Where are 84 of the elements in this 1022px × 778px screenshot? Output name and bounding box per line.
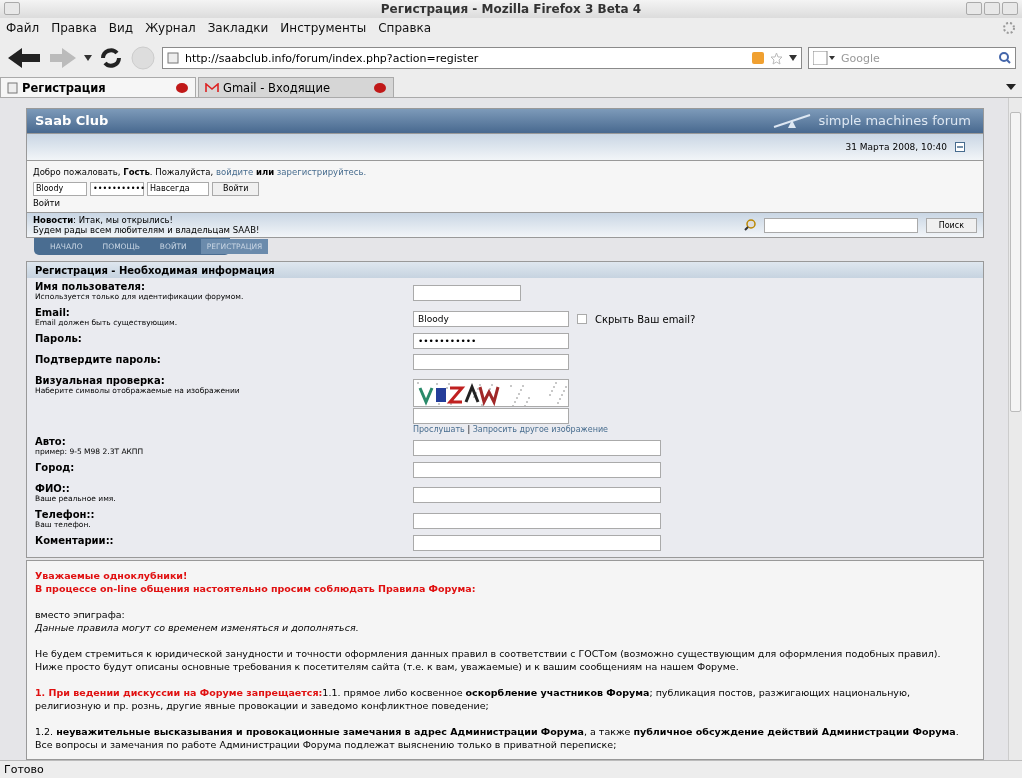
google-icon xyxy=(813,51,835,65)
address-field[interactable]: http://saabclub.info/forum/index.php?action=register xyxy=(162,47,802,69)
menu-item[interactable]: Вид xyxy=(108,21,134,35)
reload-icon[interactable] xyxy=(98,45,124,71)
login-button[interactable]: Войти xyxy=(212,181,260,196)
news-text: Будем рады всем любителям и владельцам SAAB! xyxy=(33,225,260,236)
password-field[interactable]: ••••••••••• xyxy=(90,181,144,196)
login-link[interactable]: войдите xyxy=(215,166,254,177)
password-field[interactable]: ••••••••••• xyxy=(413,333,569,349)
captcha-field[interactable] xyxy=(413,408,569,424)
field-label: Email: xyxy=(35,307,71,318)
duration-select[interactable]: Навсегда xyxy=(147,181,209,196)
input-field[interactable] xyxy=(413,535,661,551)
rss-icon xyxy=(752,52,764,64)
menu-item[interactable]: Справка xyxy=(378,21,432,35)
rules-text: 1.2. неуважительные высказывания и провокационные замечания в адрес Администрации Форума, а также публичное обсуждение действий Администрации Форума. Все вопросы и замечания по работе Администрации Форума подлежат выяснению только в приватной переписке; xyxy=(35,725,960,751)
news-text: Новости: Итак, мы открылись! xyxy=(33,215,174,226)
date-text: 31 Марта 2008, 10:40 xyxy=(845,141,947,152)
field-label: ФИО:: xyxy=(35,483,71,494)
tab-list-icon[interactable] xyxy=(1006,84,1016,90)
rules-heading: В процессе on-line общения настоятельно просим соблюдать Правила Форума: xyxy=(35,582,477,595)
menu-item[interactable]: Файл xyxy=(6,21,40,35)
forward-icon[interactable] xyxy=(48,45,78,71)
search-button[interactable]: Поиск xyxy=(925,217,977,233)
menu-item[interactable]: Журнал xyxy=(145,21,196,35)
field-label: Визуальная проверка: xyxy=(35,375,165,386)
activity-icon xyxy=(1002,21,1016,35)
checkbox-label: Скрыть Ваш email? xyxy=(595,313,696,325)
star-icon[interactable] xyxy=(770,51,783,65)
rules-text: вместо эпиграфа: xyxy=(35,608,126,621)
field-label: Коментарии:: xyxy=(35,535,115,546)
scrollbar[interactable] xyxy=(1008,98,1022,760)
menu-item[interactable]: Правка xyxy=(51,21,97,35)
input-field[interactable] xyxy=(413,440,661,456)
input-field[interactable]: Bloody xyxy=(413,311,569,327)
close-tab-icon[interactable] xyxy=(373,81,387,94)
listen-link[interactable]: Прослушать xyxy=(413,425,465,434)
search-field[interactable] xyxy=(763,217,918,233)
back-icon[interactable] xyxy=(6,45,42,71)
browser-tab[interactable]: Регистрация xyxy=(0,77,196,97)
username-field[interactable]: Bloody xyxy=(33,181,87,196)
dropdown-icon[interactable] xyxy=(84,55,92,61)
search-icon[interactable] xyxy=(999,52,1011,64)
field-label: Город: xyxy=(35,462,76,473)
rules-text: 1. При ведении дискуссии на Форуме запрещается:1.1. прямое либо косвенное оскорбление участников Форума; публикация постов, разжигающих национальную, религиозную и пр. рознь, другие явные провокации и заведомо конфликтное поведение; xyxy=(35,686,911,712)
field-label: Подтвердите пароль: xyxy=(35,354,162,365)
checkbox[interactable] xyxy=(577,314,587,324)
window-title: Регистрация - Mozilla Firefox 3 Beta 4 xyxy=(380,2,642,16)
section-title: Регистрация - Необходимая информация xyxy=(27,262,983,278)
stop-icon[interactable] xyxy=(130,45,156,71)
browser-tab[interactable]: Gmail - Входящие xyxy=(198,77,394,97)
input-field[interactable] xyxy=(413,285,521,301)
separator: | xyxy=(467,425,471,434)
rules-text: Ниже просто будут описаны основные требования к посетителям сайта (т.е. к вам, уважаемые) и к вашим сообщениям на нашем Форуме. xyxy=(35,660,740,673)
input-field[interactable] xyxy=(413,487,661,503)
field-label: Авто: xyxy=(35,436,67,447)
menu-item[interactable]: Инструменты xyxy=(280,21,367,35)
field-label: Пароль: xyxy=(35,333,83,344)
field-label: Телефон:: xyxy=(35,509,96,520)
collapse-icon[interactable] xyxy=(955,141,965,152)
new-image-link[interactable]: Запросить другое изображение xyxy=(472,425,609,434)
field-label: Имя пользователя: xyxy=(35,281,146,292)
scrollbar-thumb[interactable] xyxy=(1010,112,1021,412)
logo-text: simple machines forum xyxy=(818,113,971,129)
dropdown-icon[interactable] xyxy=(789,55,797,61)
page-icon xyxy=(7,81,18,94)
menu-item[interactable]: Закладки xyxy=(207,21,269,35)
rules-text: Не будем стремиться к юридической занудности и точности оформления данных правил в соответствии с ГОСТом (возможно существующим для оформления подобных правил). xyxy=(35,647,942,660)
welcome-text: Добро пожаловать, Гость. Пожалуйста, xyxy=(33,166,214,177)
seesaw-icon xyxy=(772,112,813,129)
rules-text: Данные правила могут со временем изменяться и дополняться. xyxy=(35,621,360,634)
password-field[interactable] xyxy=(413,354,569,370)
register-link[interactable]: зарегистрируйтесь. xyxy=(276,166,367,177)
rules-heading: Уважаемые одноклубники! xyxy=(35,569,189,582)
search-icon xyxy=(743,219,756,232)
status-text: Готово xyxy=(4,763,44,776)
close-tab-icon[interactable] xyxy=(175,81,189,94)
login-caption: Войти xyxy=(33,197,62,208)
input-field[interactable] xyxy=(413,513,661,529)
input-field[interactable] xyxy=(413,462,661,478)
forum-title: Saab Club xyxy=(35,113,109,129)
or-text: или xyxy=(255,166,275,177)
mail-icon xyxy=(205,82,219,93)
page-icon xyxy=(167,52,179,64)
